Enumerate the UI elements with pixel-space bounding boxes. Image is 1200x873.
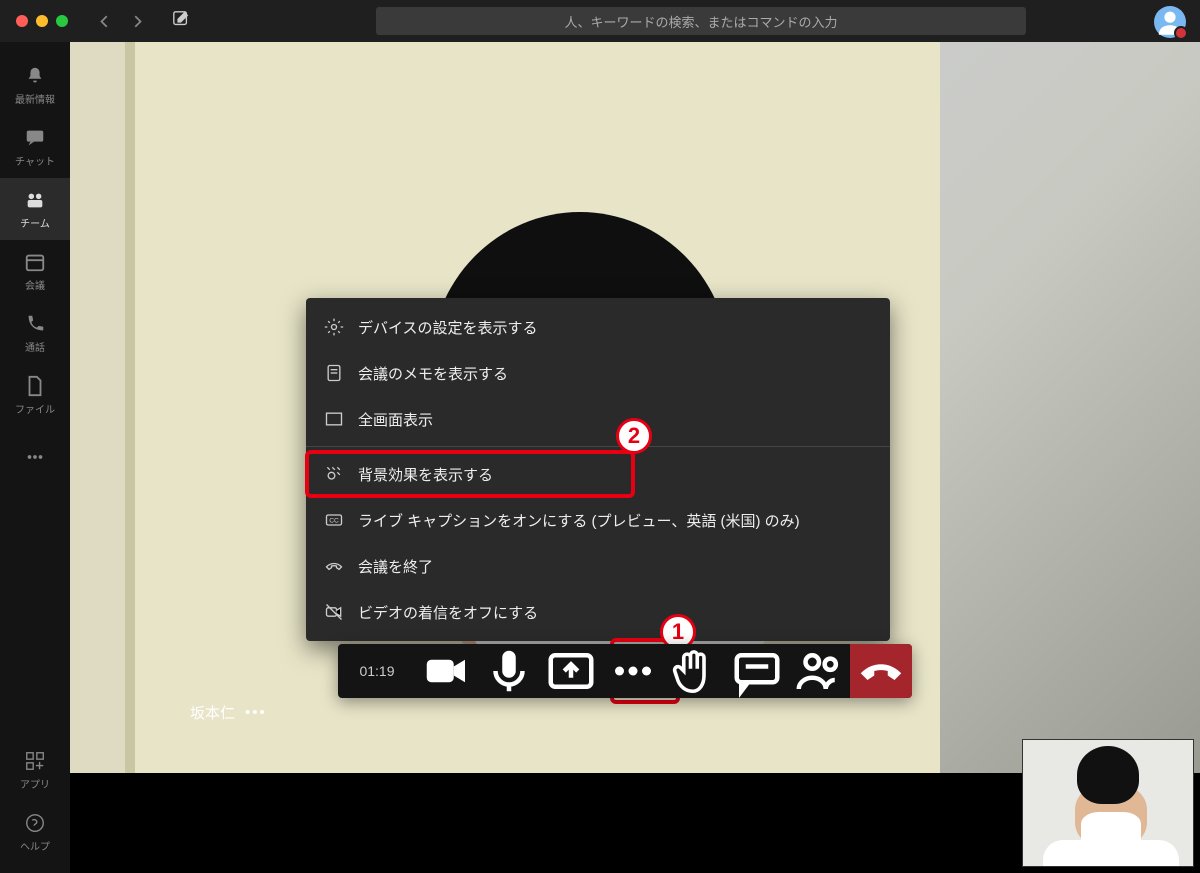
- phone-icon: [24, 313, 46, 335]
- rail-help[interactable]: ヘルプ: [0, 801, 70, 863]
- chat-icon: [24, 127, 46, 149]
- window-controls: [16, 15, 68, 27]
- more-actions-button[interactable]: [602, 644, 664, 698]
- participants-button[interactable]: [788, 644, 850, 698]
- menu-live-captions[interactable]: CC ライブ キャプションをオンにする (プレビュー、英語 (米国) のみ): [306, 497, 890, 543]
- mic-toggle-button[interactable]: [478, 644, 540, 698]
- rail-teams[interactable]: チーム: [0, 178, 70, 240]
- background-effects-icon: [324, 464, 344, 484]
- self-video-thumbnail[interactable]: [1022, 739, 1194, 867]
- call-duration: 01:19: [338, 644, 416, 698]
- rail-apps[interactable]: アプリ: [0, 739, 70, 801]
- more-actions-menu: デバイスの設定を表示する 会議のメモを表示する 全画面表示 背景効果を表示する …: [306, 298, 890, 641]
- menu-device-settings[interactable]: デバイスの設定を表示する: [306, 304, 890, 350]
- titlebar: 人、キーワードの検索、またはコマンドの入力: [0, 0, 1200, 42]
- apps-icon: [24, 750, 46, 772]
- svg-text:CC: CC: [329, 518, 339, 525]
- rail-label: ファイル: [15, 401, 55, 416]
- rail-files[interactable]: ファイル: [0, 364, 70, 426]
- call-controls: 01:19: [338, 644, 912, 698]
- menu-fullscreen[interactable]: 全画面表示: [306, 396, 890, 442]
- maximize-window-button[interactable]: [56, 15, 68, 27]
- menu-background-effects[interactable]: 背景効果を表示する: [306, 451, 890, 497]
- rail-chat[interactable]: チャット: [0, 116, 70, 178]
- close-window-button[interactable]: [16, 15, 28, 27]
- menu-label: デバイスの設定を表示する: [358, 317, 538, 338]
- chat-panel-button[interactable]: [726, 644, 788, 698]
- cc-icon: CC: [324, 510, 344, 530]
- video-off-icon: [324, 602, 344, 622]
- menu-label: ビデオの着信をオフにする: [358, 602, 538, 623]
- menu-label: 全画面表示: [358, 409, 433, 430]
- rail-activity[interactable]: 最新情報: [0, 54, 70, 116]
- rail-label: 最新情報: [15, 91, 55, 106]
- menu-incoming-video-off[interactable]: ビデオの着信をオフにする: [306, 589, 890, 635]
- rail-label: チーム: [20, 215, 50, 230]
- menu-meeting-notes[interactable]: 会議のメモを表示する: [306, 350, 890, 396]
- share-screen-button[interactable]: [540, 644, 602, 698]
- rail-calls[interactable]: 通話: [0, 302, 70, 364]
- gear-icon: [324, 317, 344, 337]
- file-icon: [24, 375, 46, 397]
- menu-label: 会議を終了: [358, 556, 433, 577]
- menu-label: 会議のメモを表示する: [358, 363, 508, 384]
- forward-button[interactable]: [130, 12, 144, 31]
- camera-toggle-button[interactable]: [416, 644, 478, 698]
- hangup-icon: [324, 556, 344, 576]
- profile-avatar[interactable]: [1154, 6, 1186, 38]
- help-icon: [24, 812, 46, 834]
- rail-label: 会議: [25, 277, 45, 292]
- participant-name-label: 坂本仁 •••: [190, 702, 267, 723]
- more-icon: [24, 446, 46, 468]
- nav-buttons: [98, 12, 144, 31]
- menu-separator: [306, 446, 890, 447]
- rail-label: チャット: [15, 153, 55, 168]
- participant-more-icon[interactable]: •••: [245, 704, 267, 721]
- raise-hand-button[interactable]: [664, 644, 726, 698]
- rail-label: ヘルプ: [20, 838, 50, 853]
- calendar-icon: [24, 251, 46, 273]
- rail-label: アプリ: [20, 776, 50, 791]
- back-button[interactable]: [98, 12, 112, 31]
- fullscreen-icon: [324, 409, 344, 429]
- minimize-window-button[interactable]: [36, 15, 48, 27]
- teams-icon: [24, 189, 46, 211]
- compose-button[interactable]: [172, 10, 190, 33]
- menu-label: ライブ キャプションをオンにする (プレビュー、英語 (米国) のみ): [358, 510, 800, 531]
- left-rail: 最新情報 チャット チーム 会議 通話 ファイル アプリ ヘルプ: [0, 42, 70, 873]
- rail-more[interactable]: [0, 426, 70, 488]
- bell-icon: [24, 65, 46, 87]
- menu-label: 背景効果を表示する: [358, 464, 493, 485]
- notes-icon: [324, 363, 344, 383]
- search-input[interactable]: 人、キーワードの検索、またはコマンドの入力: [376, 7, 1026, 35]
- rail-label: 通話: [25, 339, 45, 354]
- search-placeholder: 人、キーワードの検索、またはコマンドの入力: [564, 12, 837, 31]
- menu-end-meeting[interactable]: 会議を終了: [306, 543, 890, 589]
- participant-name: 坂本仁: [190, 702, 235, 723]
- hang-up-button[interactable]: [850, 644, 912, 698]
- rail-calendar[interactable]: 会議: [0, 240, 70, 302]
